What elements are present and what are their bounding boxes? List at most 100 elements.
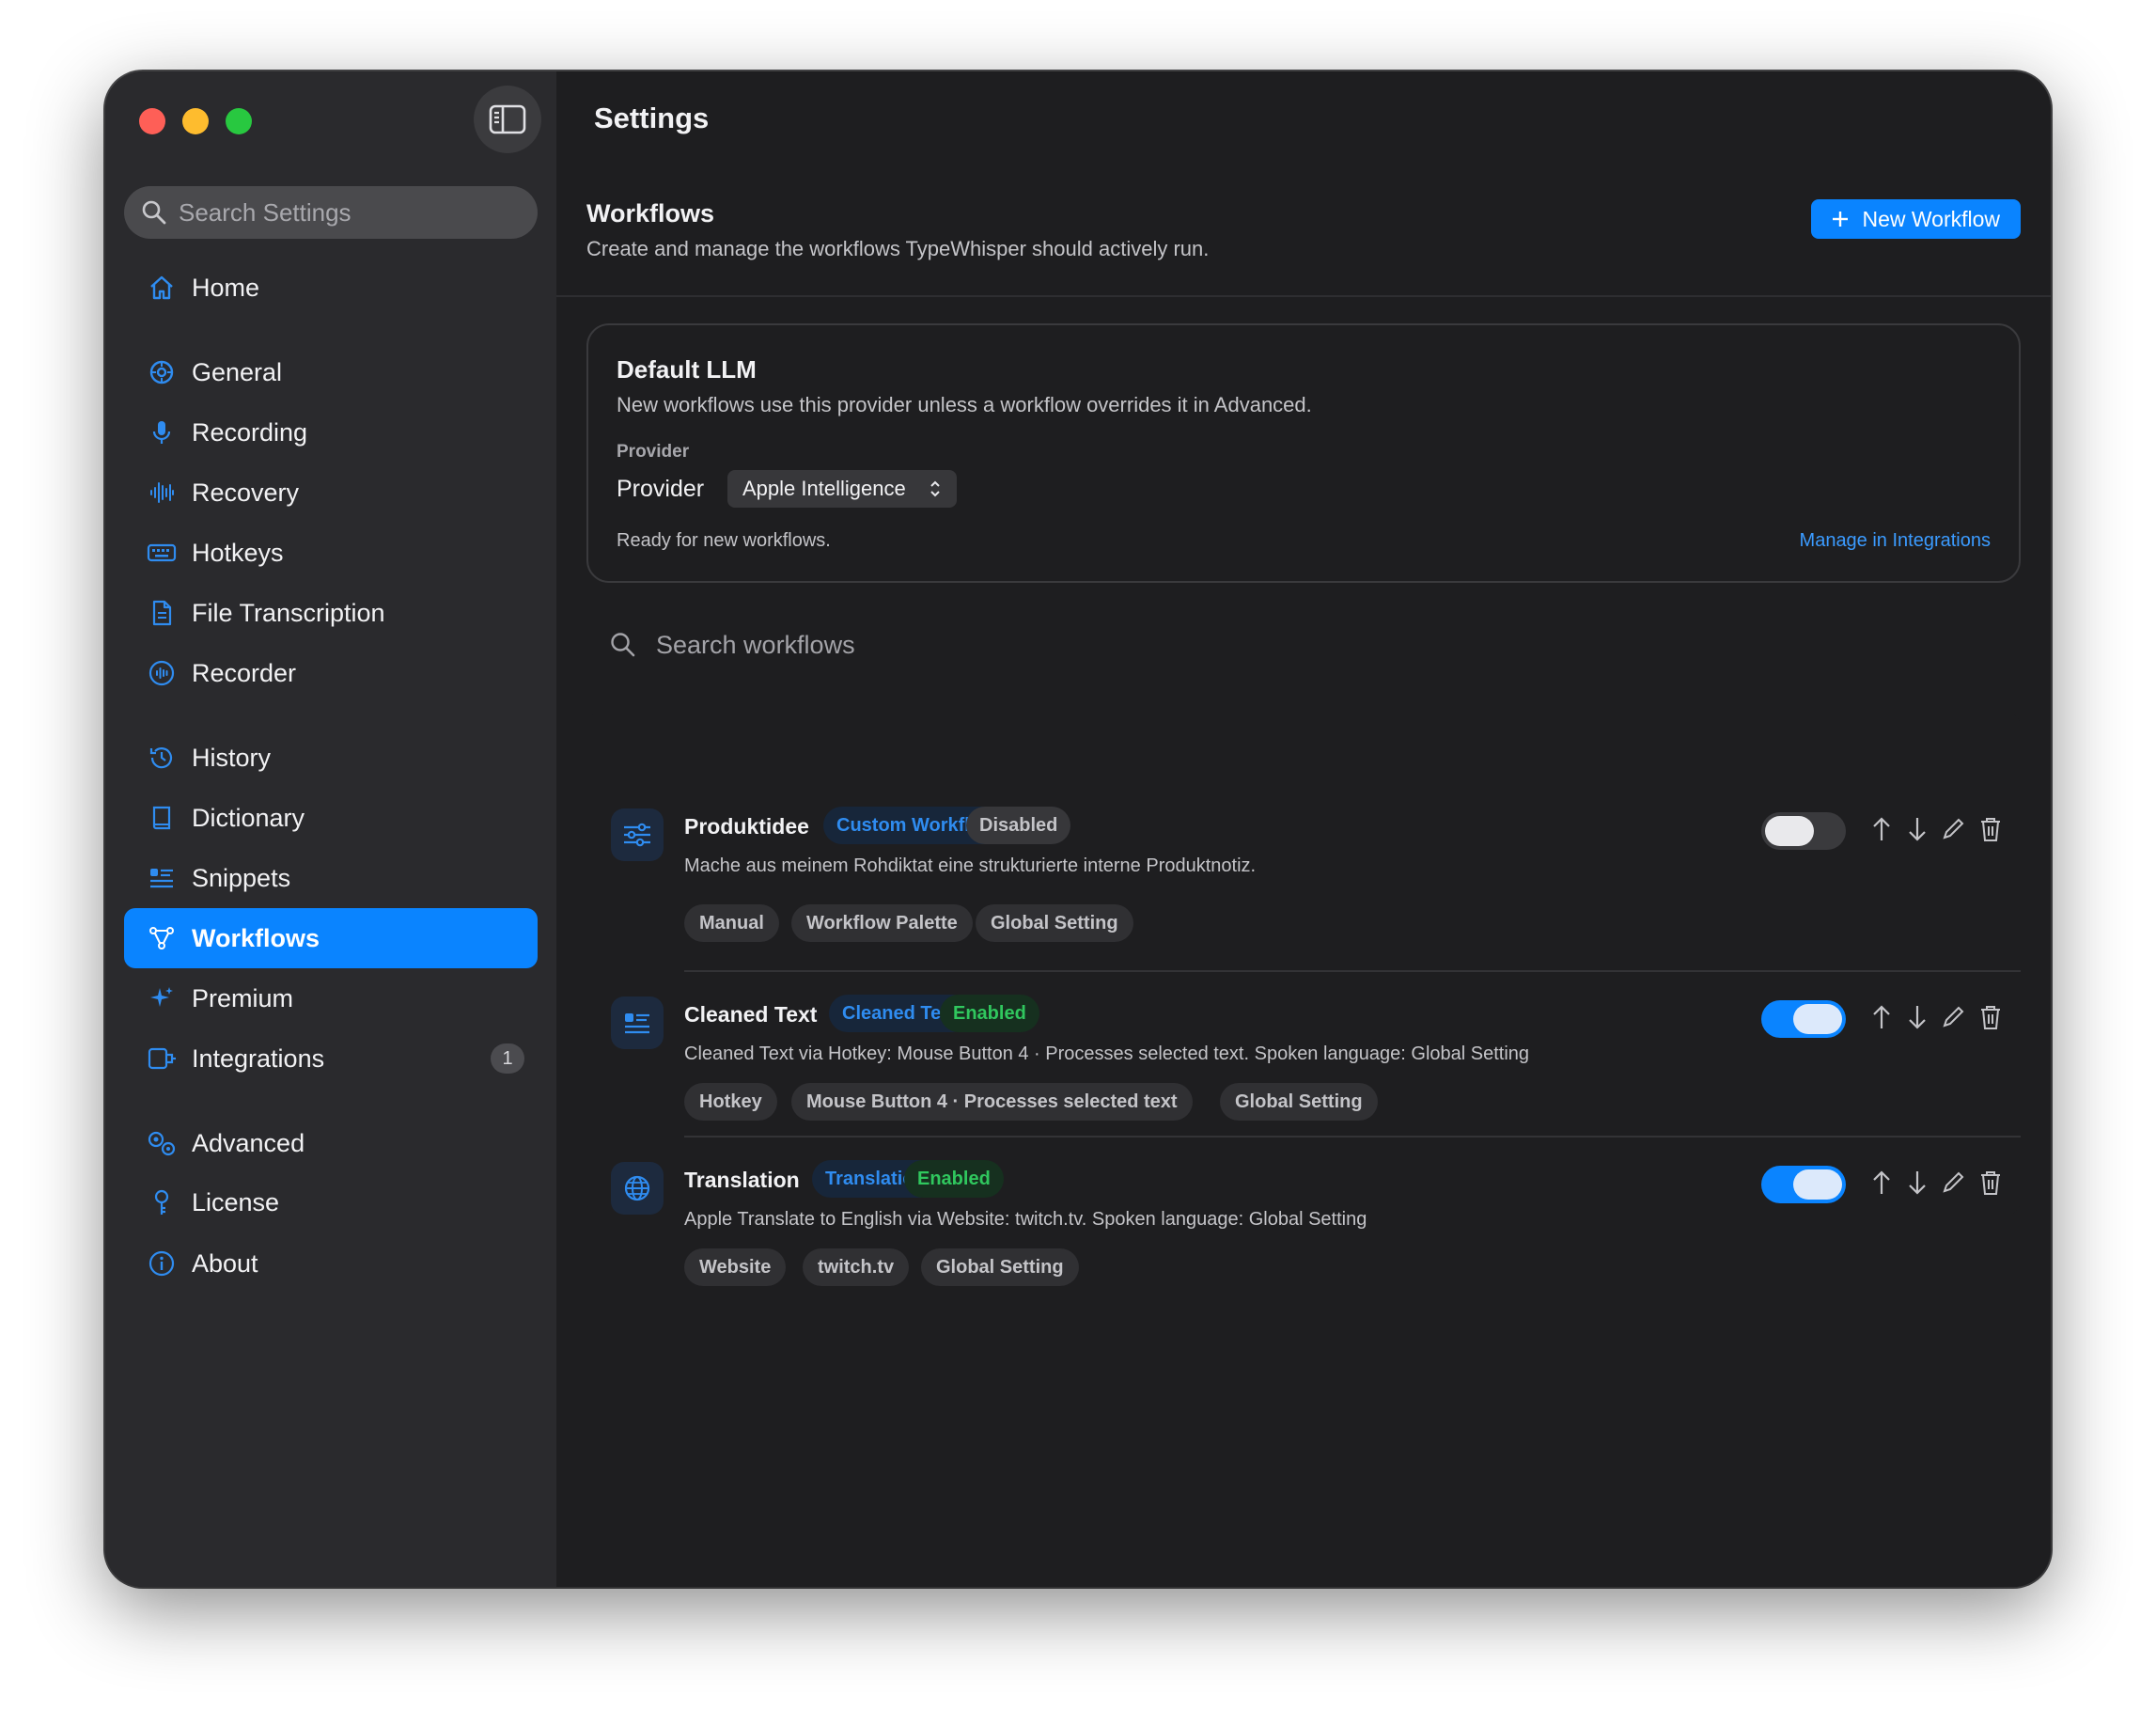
manage-integrations-link[interactable]: Manage in Integrations — [1800, 530, 1991, 552]
sidebar-item-recovery[interactable]: Recovery — [124, 463, 538, 523]
book-icon — [145, 801, 179, 835]
row-divider — [684, 970, 2021, 972]
chevron-up-down-icon — [930, 480, 940, 497]
arrow-down-icon — [1909, 1171, 1926, 1195]
sidebar-item-integrations[interactable]: Integrations 1 — [124, 1028, 538, 1089]
pencil-icon — [1943, 1171, 1964, 1193]
workflow-description: Apple Translate to English via Website: … — [684, 1209, 1367, 1230]
sidebar: Home General Recording Recovery Hotkeys — [105, 71, 556, 1587]
window-controls — [139, 108, 252, 134]
workflow-tag: twitch.tv — [803, 1248, 910, 1286]
provider-status: Ready for new workflows. — [617, 530, 831, 551]
toggle-knob — [1793, 1169, 1842, 1200]
sidebar-item-recorder[interactable]: Recorder — [124, 643, 538, 703]
settings-search-input[interactable] — [179, 197, 517, 228]
sidebar-item-label: Recorder — [192, 658, 297, 687]
workflow-row-translation[interactable]: Translation Translation Enabled Apple Tr… — [586, 1151, 2021, 1301]
move-up-button[interactable] — [1867, 998, 1897, 1036]
workflow-list: Produktidee Custom Workflow Disabled Mac… — [586, 711, 2021, 1286]
search-icon — [142, 200, 166, 225]
workflow-description: Cleaned Text via Hotkey: Mouse Button 4 … — [684, 1043, 1530, 1064]
sidebar-item-label: Integrations — [192, 1043, 325, 1073]
sidebar-item-general[interactable]: General — [124, 342, 538, 402]
workflow-tag: Workflow Palette — [791, 904, 973, 942]
zoom-window-button[interactable] — [226, 108, 252, 134]
delete-button[interactable] — [1976, 1164, 2006, 1201]
sidebar-item-label: License — [192, 1187, 280, 1216]
sidebar-item-recording[interactable]: Recording — [124, 402, 538, 463]
sidebar-item-history[interactable]: History — [124, 728, 538, 788]
workflow-tag: Global Setting — [1220, 1083, 1378, 1121]
workflow-description: Mache aus meinem Rohdiktat eine struktur… — [684, 855, 1257, 876]
trash-icon — [1981, 818, 2000, 841]
workflow-search-field[interactable] — [586, 602, 2021, 688]
move-down-button[interactable] — [1902, 1164, 1932, 1201]
arrow-down-icon — [1909, 1006, 1926, 1029]
workflow-row-produktidee[interactable]: Produktidee Custom Workflow Disabled Mac… — [586, 797, 2021, 966]
workflow-tag: Global Setting — [976, 904, 1133, 942]
section-title: Workflows — [586, 199, 715, 228]
minimize-window-button[interactable] — [182, 108, 209, 134]
delete-button[interactable] — [1976, 998, 2006, 1036]
key-icon — [145, 1185, 179, 1219]
page-title: Settings — [594, 102, 710, 134]
workflow-enable-toggle[interactable] — [1761, 1166, 1846, 1203]
plus-icon — [1833, 212, 1849, 227]
delete-button[interactable] — [1976, 810, 2006, 848]
sidebar-item-label: Hotkeys — [192, 538, 284, 567]
main-content: Settings Workflows Create and manage the… — [556, 71, 2051, 1587]
trash-icon — [1981, 1006, 2000, 1029]
header-divider — [556, 295, 2051, 297]
sidebar-item-premium[interactable]: Premium — [124, 968, 538, 1028]
workflow-name: Produktidee — [684, 814, 809, 839]
default-llm-card: Default LLM New workflows use this provi… — [586, 323, 2021, 583]
workflow-name: Translation — [684, 1168, 800, 1192]
sidebar-item-label: Dictionary — [192, 803, 305, 832]
workflow-enable-toggle[interactable] — [1761, 812, 1846, 850]
move-down-button[interactable] — [1902, 810, 1932, 848]
edit-button[interactable] — [1938, 1164, 1968, 1201]
pencil-icon — [1943, 818, 1964, 839]
sidebar-item-label: Home — [192, 273, 260, 302]
workflow-name: Cleaned Text — [684, 1002, 818, 1027]
workflow-search-input[interactable] — [656, 630, 1220, 660]
sidebar-item-label: Advanced — [192, 1128, 305, 1157]
sidebar-toggle-icon — [489, 104, 526, 134]
workflow-tag: Global Setting — [921, 1248, 1079, 1286]
list-check-icon — [145, 861, 179, 895]
workflow-enable-toggle[interactable] — [1761, 1000, 1846, 1038]
sliders-icon — [611, 808, 664, 861]
edit-button[interactable] — [1938, 998, 1968, 1036]
globe-icon — [611, 1162, 664, 1215]
sidebar-item-snippets[interactable]: Snippets — [124, 848, 538, 908]
sidebar-item-dictionary[interactable]: Dictionary — [124, 788, 538, 848]
sidebar-item-about[interactable]: About — [124, 1233, 538, 1294]
edit-button[interactable] — [1938, 810, 1968, 848]
move-up-button[interactable] — [1867, 810, 1897, 848]
sidebar-item-home[interactable]: Home — [124, 258, 538, 318]
list-check-icon — [611, 996, 664, 1049]
sidebar-toggle-button[interactable] — [474, 86, 541, 153]
toggle-knob — [1793, 1004, 1842, 1034]
sidebar-item-workflows[interactable]: Workflows — [124, 908, 538, 968]
settings-search-field[interactable] — [124, 186, 538, 239]
new-workflow-button[interactable]: New Workflow — [1811, 199, 2021, 239]
provider-select[interactable]: Apple Intelligence — [727, 470, 957, 508]
default-llm-subtitle: New workflows use this provider unless a… — [617, 393, 1312, 416]
move-down-button[interactable] — [1902, 998, 1932, 1036]
move-up-button[interactable] — [1867, 1164, 1897, 1201]
microphone-icon — [145, 416, 179, 449]
sidebar-item-label: History — [192, 743, 272, 772]
sidebar-item-advanced[interactable]: Advanced — [124, 1113, 538, 1173]
clock-history-icon — [145, 741, 179, 775]
toggle-knob — [1765, 816, 1814, 846]
sidebar-item-hotkeys[interactable]: Hotkeys — [124, 523, 538, 583]
row-divider — [684, 1136, 2021, 1138]
record-circle-icon — [145, 656, 179, 690]
sidebar-item-file-transcription[interactable]: File Transcription — [124, 583, 538, 643]
new-workflow-label: New Workflow — [1862, 206, 2000, 231]
close-window-button[interactable] — [139, 108, 165, 134]
gear-icon — [145, 355, 179, 389]
workflow-row-cleaned-text[interactable]: Cleaned Text Cleaned Text Enabled Cleane… — [586, 985, 2021, 1136]
sidebar-item-license[interactable]: License — [124, 1172, 538, 1232]
